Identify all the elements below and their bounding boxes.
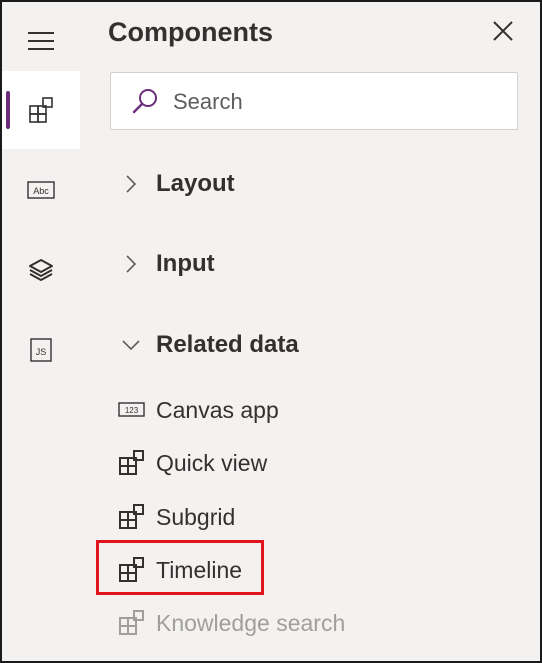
section-label: Related data bbox=[156, 331, 299, 358]
components-panel-window: Abc JS Components Search Layout Input Re… bbox=[0, 0, 542, 663]
svg-text:Abc: Abc bbox=[33, 186, 49, 196]
text-field-icon: Abc bbox=[27, 181, 55, 199]
chevron-right-icon bbox=[126, 255, 137, 273]
chevron-right-icon bbox=[126, 175, 137, 193]
left-rail: Abc JS bbox=[2, 2, 80, 661]
svg-text:123: 123 bbox=[125, 406, 139, 415]
grid-add-icon bbox=[119, 450, 144, 475]
grid-add-icon bbox=[119, 610, 144, 635]
panel-title: Components bbox=[108, 17, 273, 47]
component-item-label: Quick view bbox=[156, 449, 268, 476]
component-item-subgrid[interactable]: Subgrid bbox=[118, 497, 235, 537]
section-related-data[interactable]: Related data bbox=[120, 325, 299, 365]
hamburger-menu-button[interactable] bbox=[2, 2, 80, 80]
numeric-input-icon: 123 bbox=[118, 402, 145, 417]
javascript-file-icon: JS bbox=[30, 338, 52, 362]
components-pane: Components Layout Input bbox=[80, 2, 540, 661]
section-label: Layout bbox=[156, 170, 235, 197]
svg-text:JS: JS bbox=[36, 347, 47, 357]
rail-scripts-button[interactable]: JS bbox=[2, 311, 80, 389]
rail-fields-button[interactable]: Abc bbox=[2, 151, 80, 229]
hamburger-icon bbox=[28, 32, 54, 50]
close-button[interactable] bbox=[488, 16, 518, 46]
rail-components-button[interactable] bbox=[2, 71, 80, 149]
component-item-knowledge-search: Knowledge search bbox=[118, 603, 345, 643]
timeline-highlight-box bbox=[96, 540, 264, 595]
component-item-label: Canvas app bbox=[156, 396, 279, 423]
component-item-canvas-app[interactable]: 123 Canvas app bbox=[118, 390, 279, 430]
components-icon bbox=[29, 97, 53, 123]
component-item-label: Subgrid bbox=[156, 503, 236, 530]
rail-layers-button[interactable] bbox=[2, 231, 80, 309]
grid-add-icon bbox=[119, 504, 144, 529]
component-item-quick-view[interactable]: Quick view bbox=[118, 443, 267, 483]
component-item-label: Knowledge search bbox=[156, 609, 346, 636]
search-input[interactable] bbox=[171, 85, 505, 119]
close-icon bbox=[493, 21, 513, 41]
search-icon bbox=[132, 89, 157, 114]
chevron-down-icon bbox=[122, 340, 140, 351]
search-box[interactable] bbox=[110, 72, 518, 130]
section-input[interactable]: Input bbox=[120, 244, 215, 284]
section-label: Input bbox=[156, 250, 215, 277]
section-layout[interactable]: Layout bbox=[120, 164, 235, 204]
layers-icon bbox=[29, 259, 53, 281]
